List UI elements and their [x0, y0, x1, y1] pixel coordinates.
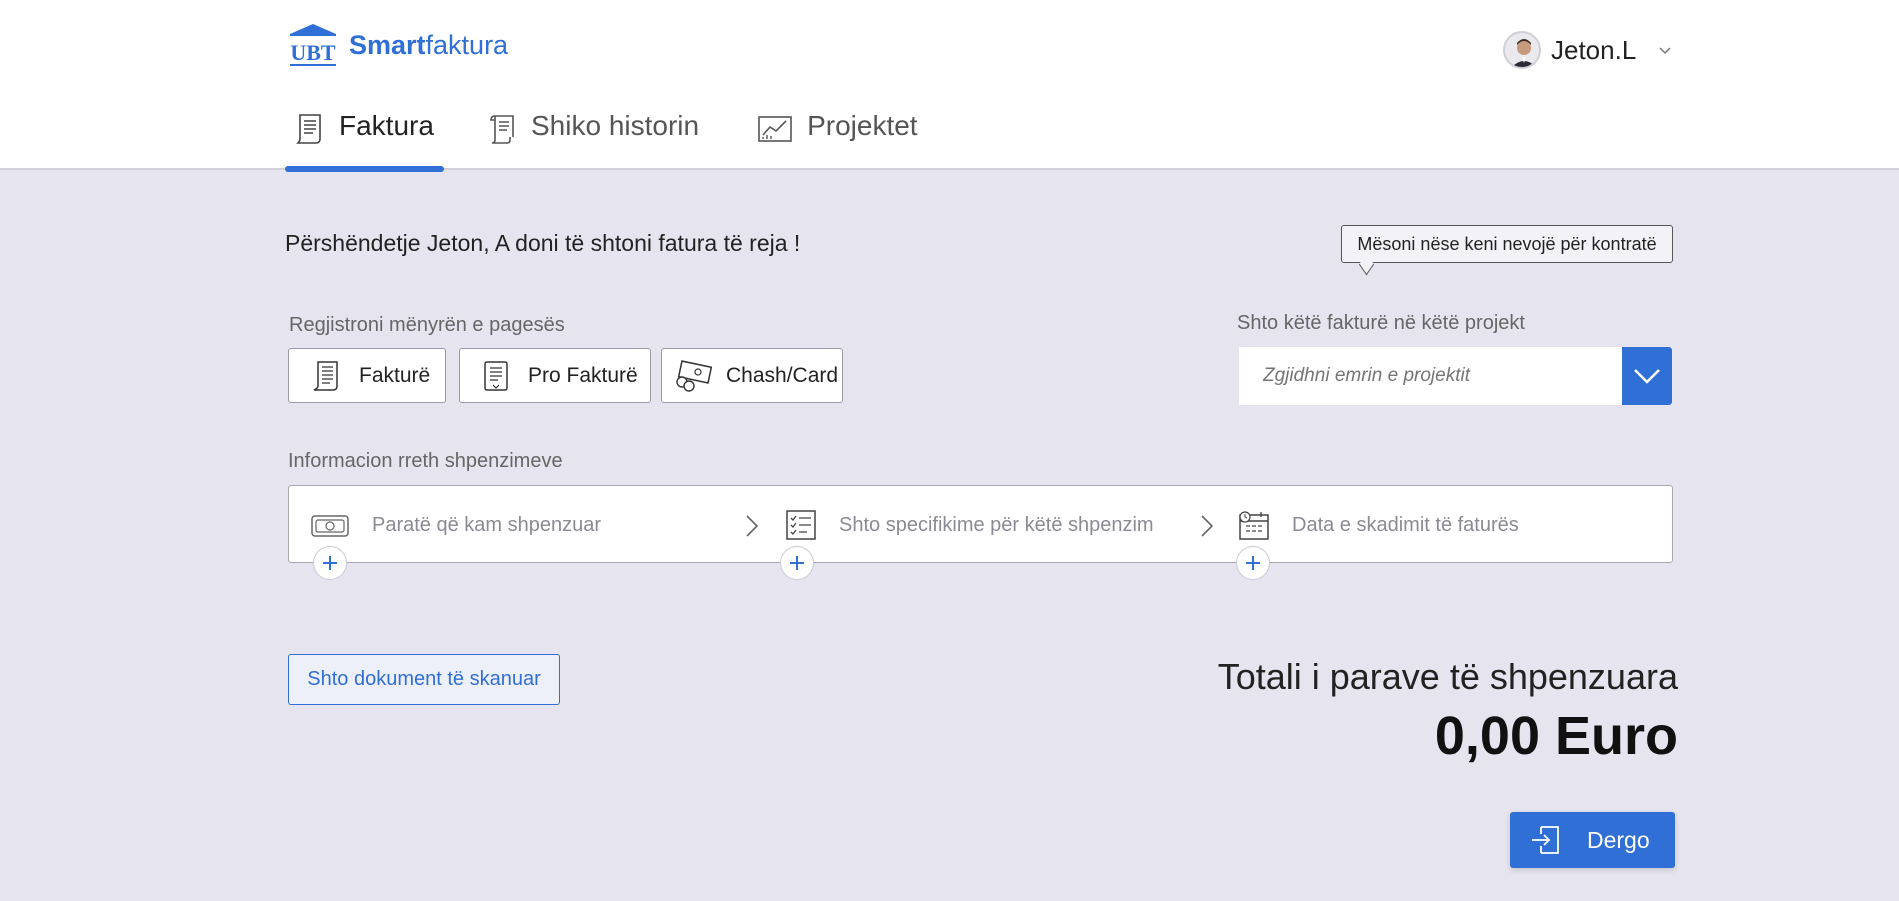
expense-expiry-date-item[interactable]: Data e skadimit të faturës	[1238, 486, 1519, 564]
payment-pro-faktura-button[interactable]: Pro Fakturë	[459, 348, 651, 403]
tab-shiko-historin[interactable]: Shiko historin	[487, 110, 699, 170]
project-select[interactable]	[1239, 347, 1672, 405]
avatar	[1503, 31, 1541, 69]
tab-projektet[interactable]: Projektet	[757, 110, 918, 170]
scroll-icon	[490, 115, 514, 144]
cash-icon	[676, 359, 712, 392]
app-logo[interactable]: UBT Smartfaktura	[288, 22, 508, 68]
tab-label: Faktura	[339, 110, 434, 141]
payment-option-label: Chash/Card	[726, 363, 839, 387]
add-amount-button[interactable]	[313, 546, 347, 580]
expenses-label: Informacion rreth shpenzimeve	[288, 450, 563, 472]
send-button[interactable]: Dergo	[1510, 812, 1675, 868]
add-expiry-date-button[interactable]	[1236, 546, 1270, 580]
total-value: 0,00 Euro	[1434, 706, 1678, 766]
payment-option-label: Fakturë	[359, 363, 431, 387]
payment-option-label: Pro Fakturë	[528, 363, 638, 387]
app-name: Smartfaktura	[349, 30, 508, 61]
expenses-info-box: Paratë që kam shpenzuar Shto specifikime…	[288, 485, 1673, 563]
checklist-icon	[786, 510, 816, 540]
chevron-down-icon	[1634, 369, 1660, 384]
sign-in-icon	[1532, 826, 1559, 854]
project-label: Shto këtë fakturë në këtë projekt	[1237, 312, 1525, 334]
plus-icon	[790, 556, 804, 570]
tab-label: Projektet	[807, 110, 918, 141]
payment-cash-card-button[interactable]: Chash/Card	[661, 348, 843, 403]
payment-faktura-button[interactable]: Fakturë	[288, 348, 446, 403]
main-tabs: Faktura Shiko historin Projektet	[285, 110, 918, 172]
total-label: Totali i parave të shpenzuara	[1217, 656, 1678, 697]
top-header: UBT Smartfaktura Jeton.L Faktura Shiko h…	[0, 0, 1899, 172]
invoice-icon	[296, 114, 321, 144]
expense-item-label: Data e skadimit të faturës	[1292, 513, 1519, 536]
ubt-logo-icon: UBT	[288, 22, 338, 68]
project-select-input[interactable]	[1239, 347, 1622, 405]
invoice-icon	[313, 360, 338, 391]
chevron-right-icon	[746, 515, 759, 537]
svg-text:UBT: UBT	[290, 40, 336, 65]
tab-faktura[interactable]: Faktura	[285, 110, 444, 172]
greeting-text: Përshëndetje Jeton, A doni të shtoni fat…	[285, 230, 801, 256]
project-dropdown-button[interactable]	[1622, 347, 1672, 405]
user-name: Jeton.L	[1551, 34, 1637, 65]
plus-icon	[323, 556, 337, 570]
add-scanned-document-button[interactable]: Shto dokument të skanuar	[288, 654, 560, 705]
tab-label: Shiko historin	[531, 110, 700, 141]
calendar-icon	[1239, 511, 1269, 540]
document-icon	[484, 360, 508, 391]
app-name-light: faktura	[425, 29, 509, 60]
user-menu[interactable]: Jeton.L	[1503, 31, 1672, 69]
expense-item-label: Paratë që kam shpenzuar	[372, 513, 602, 536]
chart-icon	[758, 116, 792, 142]
contract-hint-button[interactable]: Mësoni nëse keni nevojë për kontratë	[1341, 225, 1673, 263]
app-name-bold: Smart	[349, 29, 426, 60]
payment-method-label: Regjistroni mënyrën e pagesës	[289, 314, 565, 336]
expense-amount-item[interactable]: Paratë që kam shpenzuar	[310, 486, 601, 564]
chevron-down-icon[interactable]	[1658, 43, 1672, 57]
send-button-label: Dergo	[1587, 826, 1650, 853]
plus-icon	[1246, 556, 1260, 570]
add-specification-button[interactable]	[780, 546, 814, 580]
money-icon	[311, 515, 349, 537]
chevron-right-icon	[1201, 515, 1214, 537]
expense-specifications-item[interactable]: Shto specifikime për këtë shpenzim	[785, 486, 1154, 564]
expense-item-label: Shto specifikime për këtë shpenzim	[839, 513, 1154, 536]
